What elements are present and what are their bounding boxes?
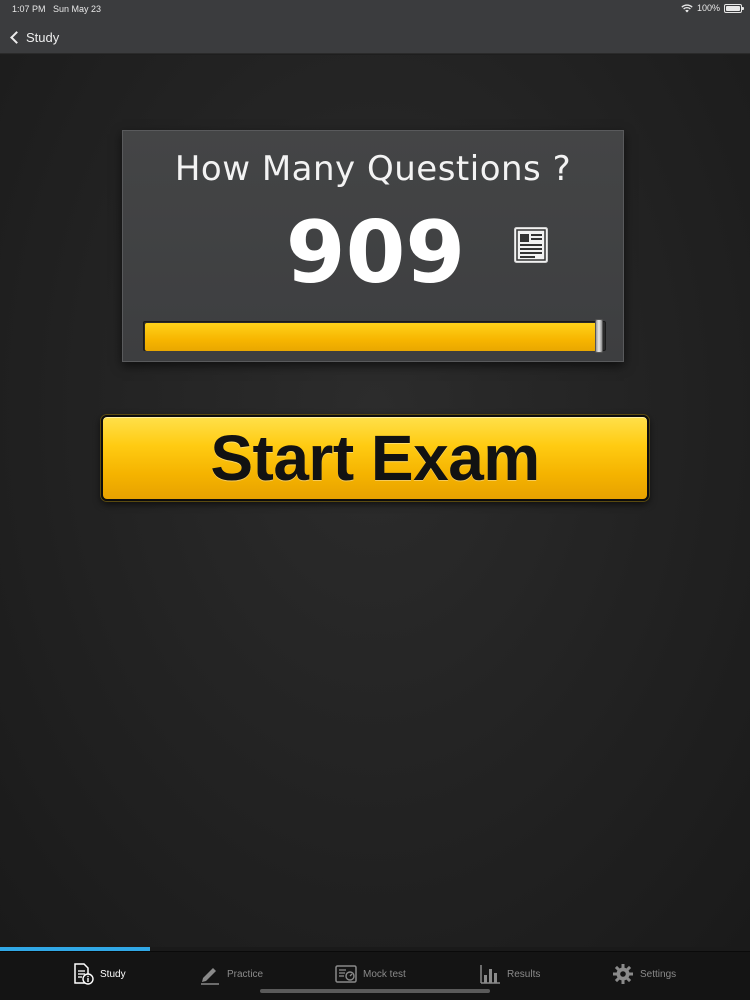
question-count-value: 909	[285, 203, 466, 303]
panel-title: How Many Questions ?	[174, 149, 572, 189]
slider-thumb[interactable]	[595, 319, 603, 353]
slider-fill	[145, 323, 600, 351]
main-content: How Many Questions ? 909 Start Exam	[0, 55, 750, 950]
battery-icon	[724, 3, 744, 13]
gear-icon	[613, 964, 633, 984]
tab-mock-test-label: Mock test	[363, 968, 406, 980]
status-bar: 1:07 PM Sun May 23 100%	[0, 0, 750, 18]
chevron-left-icon	[10, 30, 23, 44]
tab-settings-label: Settings	[640, 968, 677, 980]
study-document-icon	[74, 963, 94, 985]
tab-mock-test[interactable]: Mock test	[335, 960, 406, 988]
status-right: 100%	[681, 3, 744, 13]
home-indicator[interactable]	[260, 989, 490, 993]
start-exam-label: Start Exam	[210, 422, 540, 494]
newspaper-icon[interactable]	[513, 226, 549, 264]
tab-study-label: Study	[100, 968, 126, 980]
wifi-icon	[681, 3, 693, 12]
navigation-bar: Study	[0, 18, 750, 54]
tab-study[interactable]: Study	[72, 960, 126, 988]
tab-practice[interactable]: Practice	[199, 960, 263, 988]
mock-test-icon	[335, 965, 357, 983]
pencil-icon	[201, 968, 219, 985]
start-exam-button[interactable]: Start Exam	[101, 415, 649, 501]
status-time: 1:07 PM	[12, 4, 46, 14]
battery-fill	[726, 5, 740, 11]
battery-percent: 100%	[696, 3, 720, 13]
status-date: Sun May 23	[53, 4, 102, 14]
tab-settings[interactable]: Settings	[612, 960, 676, 988]
back-button[interactable]: Study	[8, 26, 59, 48]
back-button-label: Study	[26, 29, 60, 45]
tab-practice-label: Practice	[227, 968, 264, 980]
question-count-slider[interactable]	[143, 319, 606, 353]
question-count-panel: How Many Questions ? 909	[122, 130, 624, 362]
tab-results-label: Results	[507, 968, 541, 980]
tab-results[interactable]: Results	[479, 960, 540, 988]
bar-chart-icon	[480, 965, 500, 984]
